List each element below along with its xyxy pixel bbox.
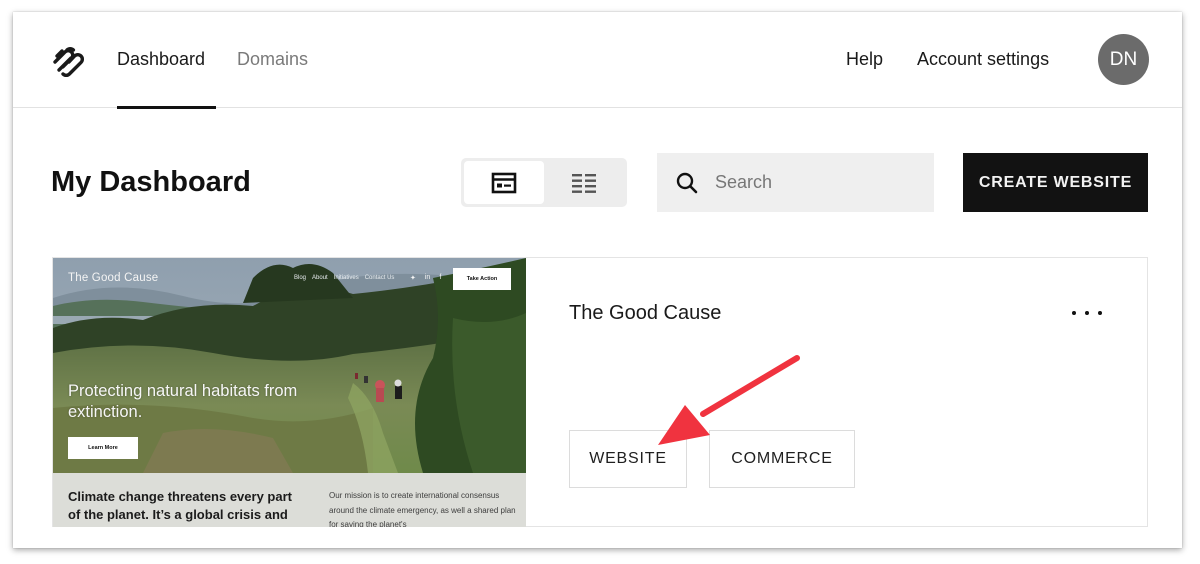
facebook-icon: f — [439, 274, 442, 281]
help-link[interactable]: Help — [846, 48, 883, 70]
thumbnail-headline: Protecting natural habitats from extinct… — [68, 382, 298, 421]
tab-domains[interactable]: Domains — [237, 48, 308, 70]
thumbnail-lead-text: Climate change threatens every part of t… — [68, 489, 292, 527]
thumbnail-lower-section: Climate change threatens every part of t… — [53, 473, 526, 527]
twitter-icon: ✦ — [410, 275, 416, 282]
thumbnail-nav-link: About — [312, 275, 328, 281]
thumbnail-nav-link: Blog — [294, 275, 307, 281]
more-horizontal-icon-dot — [1085, 311, 1089, 315]
site-thumbnail[interactable]: The Good Cause Blog About Initiatives Co… — [53, 258, 526, 527]
thumbnail-nav: Blog About Initiatives Contact Us — [294, 275, 394, 281]
grid-view-icon — [491, 172, 517, 193]
page-title: My Dashboard — [51, 166, 251, 198]
grid-view-button[interactable] — [464, 161, 544, 204]
thumbnail-social: ✦ in f — [410, 274, 441, 282]
app-window: Dashboard Domains Help Account settings … — [13, 12, 1182, 548]
more-options-button[interactable] — [1069, 301, 1105, 325]
view-toggle — [461, 158, 627, 207]
thumbnail-learn-more: Learn More — [68, 437, 138, 459]
site-name: The Good Cause — [569, 302, 722, 324]
site-card: The Good Cause Blog About Initiatives Co… — [52, 257, 1148, 527]
thumbnail-body-text: Our mission is to create international c… — [329, 491, 516, 527]
commerce-button[interactable]: COMMERCE — [709, 430, 855, 488]
website-button[interactable]: WEBSITE — [569, 430, 687, 488]
avatar[interactable]: DN — [1098, 34, 1149, 85]
tab-dashboard[interactable]: Dashboard — [117, 48, 205, 70]
active-tab-indicator — [117, 106, 216, 109]
create-website-button[interactable]: CREATE WEBSITE — [963, 153, 1148, 212]
thumbnail-brand: The Good Cause — [68, 272, 159, 284]
more-horizontal-icon-dot — [1072, 311, 1076, 315]
linkedin-icon: in — [424, 274, 431, 281]
thumbnail-take-action: Take Action — [453, 268, 511, 290]
search-icon — [676, 172, 698, 193]
list-view-button[interactable] — [544, 161, 624, 204]
thumbnail-nav-link: Contact Us — [364, 275, 395, 281]
thumbnail-photo: The Good Cause Blog About Initiatives Co… — [53, 258, 526, 473]
more-horizontal-icon-dot — [1098, 311, 1102, 315]
list-view-icon — [572, 173, 596, 193]
account-settings-link[interactable]: Account settings — [917, 48, 1049, 70]
search-box — [657, 153, 934, 212]
thumbnail-nav-link: Initiatives — [333, 275, 359, 281]
squarespace-logo-icon[interactable] — [49, 40, 89, 80]
top-navigation: Dashboard Domains Help Account settings … — [13, 12, 1182, 109]
search-input[interactable] — [715, 172, 915, 193]
